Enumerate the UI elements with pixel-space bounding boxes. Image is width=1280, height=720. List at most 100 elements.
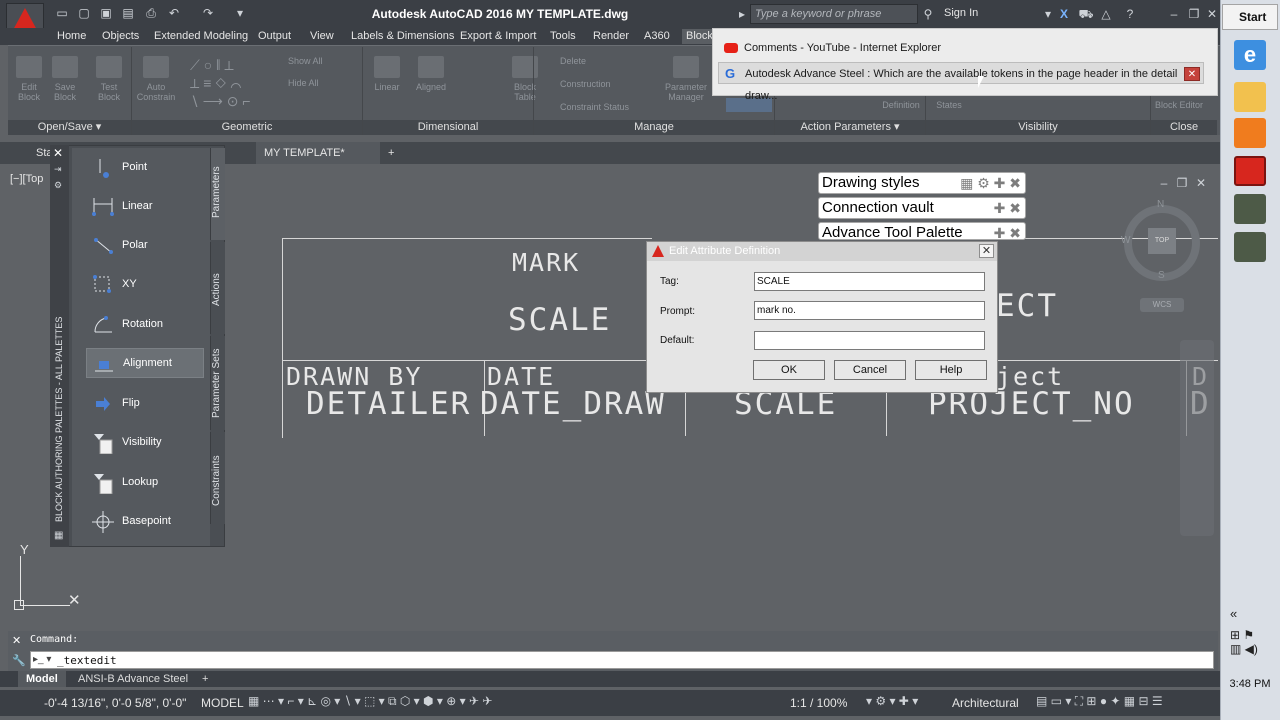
new-file-icon[interactable]: ▭ — [54, 5, 70, 21]
auto-constrain-button[interactable]: Auto Constrain — [136, 56, 176, 102]
show-all-button[interactable]: Show All — [288, 56, 358, 66]
command-customize-icon[interactable]: 🔧 — [12, 654, 26, 667]
tab-a360[interactable]: A360 — [640, 29, 674, 44]
constraint-status-button[interactable]: Constraint Status — [560, 102, 650, 112]
doc-tab-my-template[interactable]: MY TEMPLATE* — [256, 142, 380, 164]
tab-objects[interactable]: Objects — [98, 29, 143, 44]
prompt-input[interactable]: mark no. — [754, 301, 985, 320]
test-block-button[interactable]: Test Block — [92, 56, 126, 102]
wcs-menu[interactable]: WCS — [1140, 298, 1184, 312]
viewport-controls[interactable]: [−][Top — [10, 173, 43, 185]
dialog-title-bar[interactable]: Edit Attribute Definition ✕ — [647, 242, 997, 261]
linear-constraint-button[interactable]: Linear — [368, 56, 406, 92]
panel-close[interactable]: Close — [1151, 120, 1217, 135]
taskbar-expand-icon[interactable]: « — [1230, 606, 1237, 621]
drawing-styles-palette[interactable]: Drawing styles ▦ ⚙ ✚ ✖ — [818, 172, 1026, 194]
restore-icon[interactable]: ❐ — [1186, 6, 1202, 22]
layout-tab-model[interactable]: Model — [18, 671, 66, 687]
viewport-restore-icon[interactable]: ❐ — [1174, 175, 1190, 191]
aligned-constraint-button[interactable]: Aligned — [412, 56, 450, 92]
annotation-scale[interactable]: 1:1 / 100% — [790, 696, 847, 710]
minimize-icon[interactable]: – — [1166, 6, 1182, 22]
tag-input[interactable]: SCALE — [754, 272, 985, 291]
panel-action-parameters[interactable]: Action Parameters ▾ — [775, 120, 925, 135]
command-input[interactable]: _textedit — [30, 651, 1214, 669]
help-button[interactable]: Help — [915, 360, 987, 380]
palette-item-visibility[interactable]: Visibility — [86, 428, 204, 458]
command-prompt-icon[interactable]: ▸_ ▾ — [33, 654, 51, 665]
default-input[interactable] — [754, 331, 985, 350]
status-tool-icons[interactable]: ▦ ⋯ ▾ ⌐ ▾ ⊾ ◎ ▾ ∖ ▾ ⬚ ▾ ⧉ ⬡ ▾ ⬢ ▾ ⊕ ▾ ✈ … — [248, 694, 492, 709]
palette-menu-icon[interactable]: ▦ — [54, 530, 63, 541]
units-dropdown[interactable]: Architectural — [952, 696, 1019, 710]
ok-button[interactable]: OK — [753, 360, 825, 380]
tab-export-import[interactable]: Export & Import — [456, 29, 540, 44]
tab-render[interactable]: Render — [589, 29, 633, 44]
help-icon[interactable]: ? — [1122, 6, 1138, 22]
new-tab-plus-icon[interactable]: + — [380, 142, 402, 164]
tab-home[interactable]: Home — [53, 29, 90, 44]
panel-open-save[interactable]: Open/Save ▾ — [8, 120, 131, 135]
media-player-icon[interactable] — [1234, 118, 1266, 148]
save-block-button[interactable]: Save Block — [48, 56, 82, 102]
new-layout-plus-icon[interactable]: + — [194, 671, 216, 687]
tab-output[interactable]: Output — [254, 29, 295, 44]
save-icon[interactable]: ▣ — [98, 5, 114, 21]
model-space-toggle[interactable]: MODEL — [201, 696, 244, 710]
palette-item-alignment[interactable]: Alignment — [86, 348, 204, 378]
exchange-icon[interactable]: X — [1056, 6, 1072, 22]
close-icon[interactable]: ✕ — [1204, 6, 1220, 22]
viewcube-top-face[interactable]: TOP — [1148, 228, 1176, 254]
cancel-button[interactable]: Cancel — [834, 360, 906, 380]
geometric-constraints-icons[interactable]: ⟋ ○ ∥ ⊥ ⟂ ≡ ◇ ⌒ ∖ ⟶ ⊙ ⌐ — [190, 56, 260, 110]
layout-tab-ansi-b[interactable]: ANSI-B Advance Steel — [70, 671, 196, 687]
palette-close-icon[interactable]: ✕ — [53, 146, 63, 160]
tab-labels-dimensions[interactable]: Labels & Dimensions — [347, 29, 458, 44]
a360-icon[interactable]: △ — [1098, 6, 1114, 22]
palette-controls[interactable]: ✚ ✖ — [994, 200, 1021, 216]
palette-item-rotation[interactable]: Rotation — [86, 310, 204, 340]
palette-item-xy[interactable]: XY — [86, 270, 204, 300]
advance-steel-icon[interactable] — [1234, 194, 1266, 224]
navigation-bar[interactable] — [1180, 340, 1214, 536]
command-close-icon[interactable]: ✕ — [12, 634, 21, 647]
palette-properties-icon[interactable]: ⚙ — [54, 180, 62, 191]
palette-item-point[interactable]: Point — [86, 153, 204, 183]
parameter-manager-button[interactable]: Parameter Manager — [662, 56, 710, 102]
palette-item-linear[interactable]: Linear — [86, 192, 204, 222]
undo-icon[interactable]: ↶ — [166, 5, 182, 21]
customize-quick-access-icon[interactable]: ▾ — [232, 5, 248, 21]
dialog-close-icon[interactable]: ✕ — [979, 244, 994, 258]
internet-explorer-icon[interactable]: e — [1234, 40, 1266, 70]
open-file-icon[interactable]: ▢ — [76, 5, 92, 21]
palette-item-basepoint[interactable]: Basepoint — [86, 507, 204, 537]
clock[interactable]: 3:48 PM — [1222, 678, 1278, 690]
palette-item-lookup[interactable]: Lookup — [86, 468, 204, 498]
popup-close-icon[interactable]: ✕ — [1184, 67, 1200, 81]
search-expand-icon[interactable]: ▸ — [734, 6, 750, 22]
tab-view[interactable]: View — [306, 29, 338, 44]
save-as-icon[interactable]: ▤ — [120, 5, 136, 21]
print-icon[interactable]: ⎙ — [143, 5, 159, 21]
start-button[interactable]: Start — [1222, 4, 1278, 30]
panel-visibility[interactable]: Visibility — [926, 120, 1150, 135]
popup-item-autodesk[interactable]: G Autodesk Advance Steel : Which are the … — [718, 62, 1204, 102]
palette-item-polar[interactable]: Polar — [86, 231, 204, 261]
redo-icon[interactable]: ↷ — [200, 5, 216, 21]
tray-icons[interactable]: ⊞ ⚑ ▥ ◀) — [1230, 628, 1258, 656]
advance-tool-palette[interactable]: Advance Tool Palette ✚ ✖ — [818, 222, 1026, 240]
edit-block-button[interactable]: Edit Block — [12, 56, 46, 102]
file-explorer-icon[interactable] — [1234, 82, 1266, 112]
binoculars-icon[interactable]: ⚲ — [920, 6, 936, 22]
autocad-taskbar-icon[interactable] — [1234, 156, 1266, 186]
coordinates-readout[interactable]: -0'-4 13/16", 0'-0 5/8", 0'-0" — [44, 696, 186, 710]
palette-controls[interactable]: ▦ ⚙ ✚ ✖ — [960, 175, 1021, 191]
popup-item-youtube[interactable]: Comments - YouTube - Internet Explorer — [718, 37, 1212, 59]
delete-button[interactable]: Delete — [560, 56, 650, 66]
panel-geometric[interactable]: Geometric — [132, 120, 362, 135]
definition-button[interactable]: Definition — [872, 100, 930, 110]
advance-steel-2-icon[interactable] — [1234, 232, 1266, 262]
sign-in-button[interactable]: Sign In — [944, 7, 978, 19]
tab-extended-modeling[interactable]: Extended Modeling — [150, 29, 252, 44]
palette-controls[interactable]: ✚ ✖ — [994, 225, 1021, 239]
